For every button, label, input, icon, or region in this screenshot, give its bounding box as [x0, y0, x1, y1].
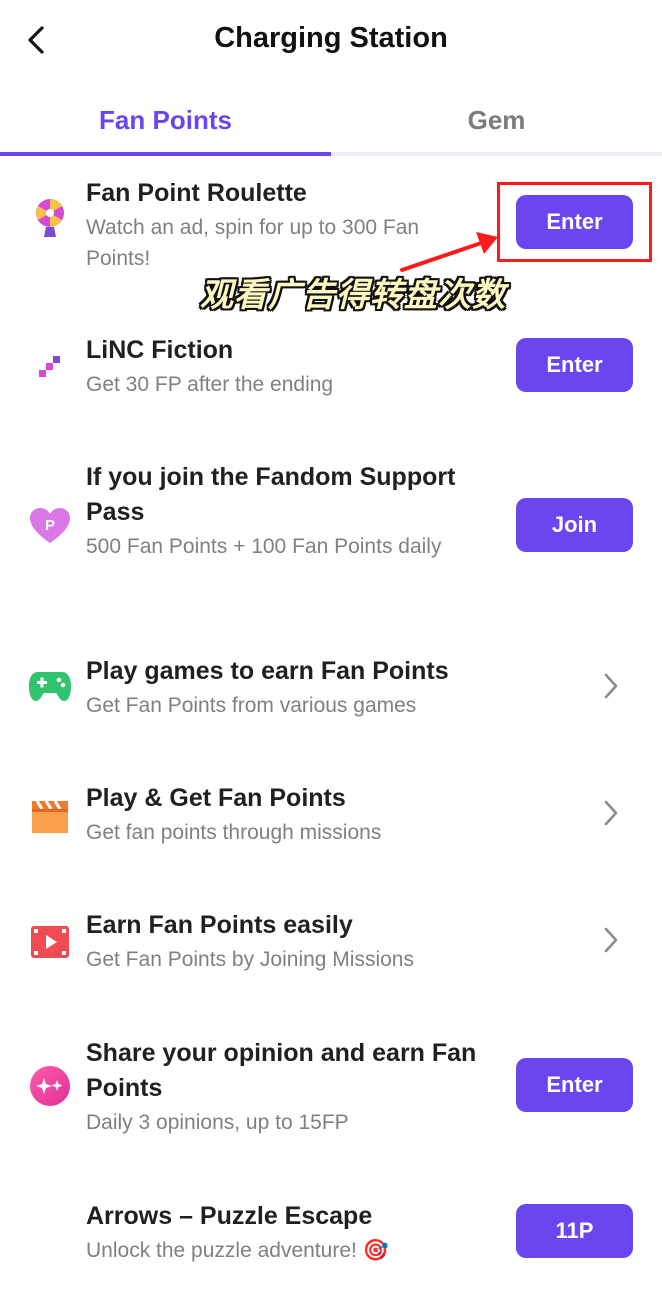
heart-p-icon: P: [28, 504, 72, 548]
item-title: Arrows – Puzzle Escape: [86, 1202, 373, 1230]
gamepad-icon: [28, 664, 72, 708]
item-subtitle: Get 30 FP after the ending: [86, 373, 334, 396]
tab-fan-points[interactable]: Fan Points: [0, 84, 331, 156]
chevron-right-icon[interactable]: [596, 795, 626, 831]
item-subtitle: Get Fan Points from various games: [86, 694, 417, 717]
page-title: Charging Station: [214, 22, 448, 54]
roulette-icon: [28, 196, 72, 240]
item-title: Play & Get Fan Points: [86, 784, 346, 812]
active-tab-indicator: [0, 152, 331, 156]
linc-fiction-enter-button[interactable]: Enter: [516, 338, 633, 392]
item-subtitle: 500 Fan Points + 100 Fan Points daily: [86, 535, 442, 558]
chevron-right-icon[interactable]: [596, 922, 626, 958]
item-subtitle: Get fan points through missions: [86, 821, 382, 844]
item-title: Share your opinion and earn Fan Points: [86, 1039, 477, 1102]
highlight-box: [497, 182, 652, 262]
header-bar: Charging Station: [0, 0, 662, 80]
tab-gem[interactable]: Gem: [331, 84, 662, 156]
item-title: If you join the Fandom Support Pass: [86, 463, 456, 526]
item-title: LiNC Fiction: [86, 336, 234, 364]
svg-text:P: P: [45, 517, 55, 534]
linc-fiction-icon: [28, 345, 72, 389]
chevron-right-icon[interactable]: [596, 668, 626, 704]
fandom-pass-join-button[interactable]: Join: [516, 498, 633, 552]
annotation-caption: 观看广告得转盘次数: [200, 275, 506, 314]
video-play-icon: [28, 920, 72, 964]
item-subtitle: Unlock the puzzle adventure! 🎯: [86, 1239, 389, 1262]
item-title: Fan Point Roulette: [86, 179, 307, 207]
clapperboard-icon: [28, 793, 72, 837]
item-subtitle: Daily 3 opinions, up to 15FP: [86, 1111, 349, 1134]
share-opinion-enter-button[interactable]: Enter: [516, 1058, 633, 1112]
item-title: Earn Fan Points easily: [86, 911, 353, 939]
tab-bar: Fan Points Gem: [0, 84, 662, 156]
sparkle-icon: [28, 1064, 72, 1108]
item-subtitle: Get Fan Points by Joining Missions: [86, 948, 414, 971]
arrows-puzzle-button[interactable]: 11P: [516, 1204, 633, 1258]
item-title: Play games to earn Fan Points: [86, 657, 449, 685]
